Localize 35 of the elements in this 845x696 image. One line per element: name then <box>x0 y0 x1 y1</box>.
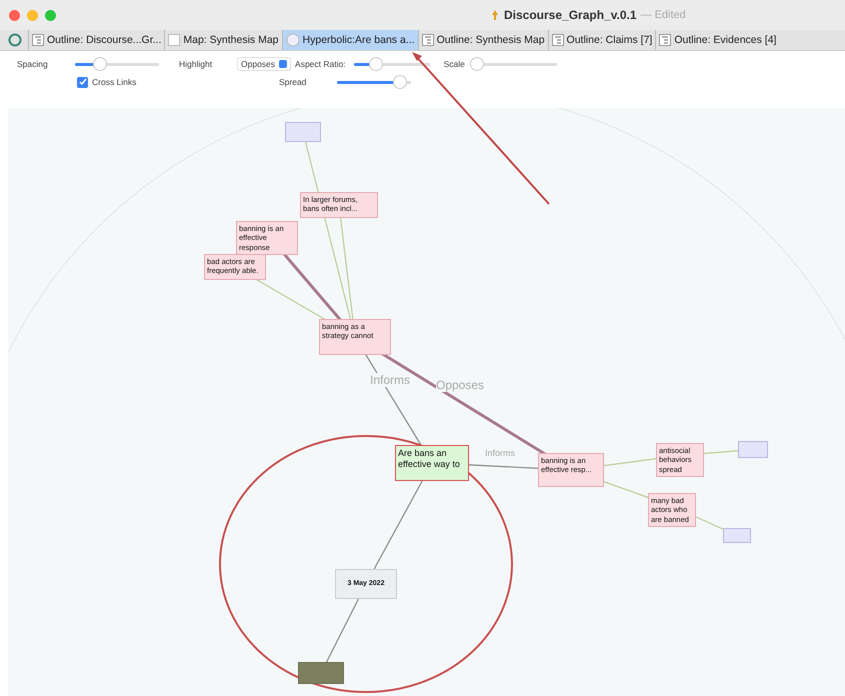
cross-links-checkbox[interactable]: Cross Links <box>77 76 217 88</box>
graph-node[interactable] <box>723 528 751 543</box>
graph-node[interactable]: Are bans an effective way to <box>395 445 469 481</box>
circle-icon <box>286 33 300 47</box>
window-title: Discourse_Graph_v.0.1 <box>504 8 637 22</box>
spread-label: Spread <box>279 77 308 87</box>
close-button[interactable] <box>9 10 20 20</box>
tab[interactable]: Outline: Evidences [4] <box>655 30 780 50</box>
edited-status: — Edited <box>640 9 686 21</box>
outline-icon <box>552 34 564 46</box>
tab[interactable]: Hyperbolic:Are bans a... <box>282 30 418 50</box>
checkmark-icon <box>78 78 86 86</box>
document-icon <box>490 9 500 21</box>
edge-label: Informs <box>370 373 410 387</box>
tab[interactable]: Outline: Claims [7] <box>548 30 656 50</box>
tab[interactable]: Outline: Discourse...Gr... <box>28 30 164 50</box>
scale-label: Scale <box>444 59 465 69</box>
outline-icon <box>659 34 672 46</box>
circle-icon[interactable] <box>8 33 22 47</box>
outline-icon <box>422 34 434 46</box>
edge-label: Opposes <box>436 378 484 392</box>
edge-label: Informs <box>485 448 516 458</box>
spacing-label: Spacing <box>17 59 49 69</box>
graph-node[interactable] <box>285 122 321 142</box>
highlight-dropdown[interactable]: Opposes <box>237 57 292 71</box>
highlight-label: Highlight <box>179 59 214 69</box>
tab[interactable]: Map: Synthesis Map <box>164 30 282 50</box>
tab[interactable]: Outline: Synthesis Map <box>418 30 548 50</box>
graph-node[interactable] <box>298 662 344 684</box>
graph-node[interactable] <box>738 441 768 458</box>
minimize-button[interactable] <box>27 10 38 20</box>
zoom-button[interactable] <box>45 10 56 20</box>
outline-icon <box>32 34 44 46</box>
aspect-ratio-label: Aspect Ratio: <box>295 59 346 69</box>
map-icon <box>168 34 180 46</box>
